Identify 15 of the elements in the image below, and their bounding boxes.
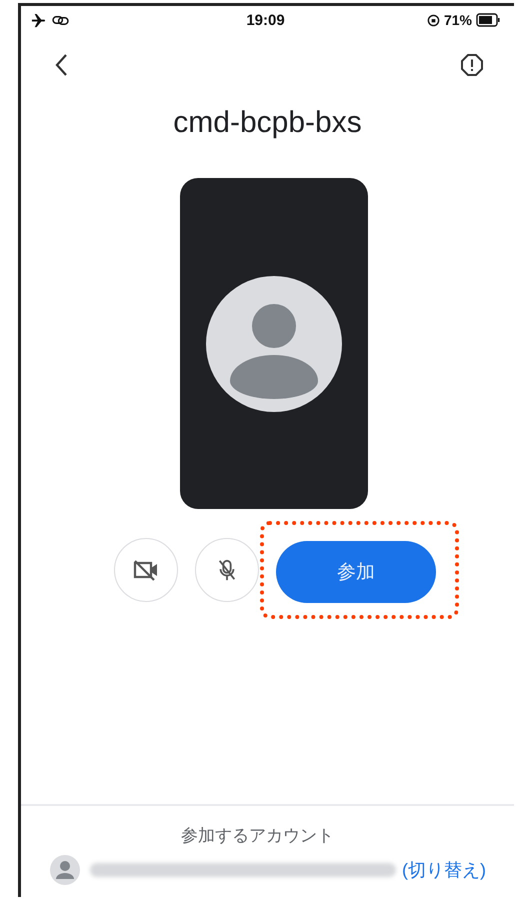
back-icon[interactable] <box>54 53 68 77</box>
camera-off-icon <box>132 558 160 582</box>
link-icon <box>52 14 69 26</box>
microphone-off-icon <box>216 558 238 582</box>
account-label: 参加するアカウント <box>181 825 334 847</box>
join-button[interactable]: 参加 <box>276 541 436 603</box>
battery-icon <box>476 13 500 27</box>
avatar-icon <box>206 276 342 412</box>
switch-account-link[interactable]: (切り替え) <box>402 858 486 882</box>
report-icon[interactable] <box>460 53 484 77</box>
battery-percent: 71% <box>444 12 472 28</box>
account-avatar-icon <box>50 855 80 885</box>
airplane-icon <box>31 12 46 28</box>
meeting-code: cmd-bcpb-bxs <box>172 106 363 140</box>
status-time: 19:09 <box>246 12 285 28</box>
